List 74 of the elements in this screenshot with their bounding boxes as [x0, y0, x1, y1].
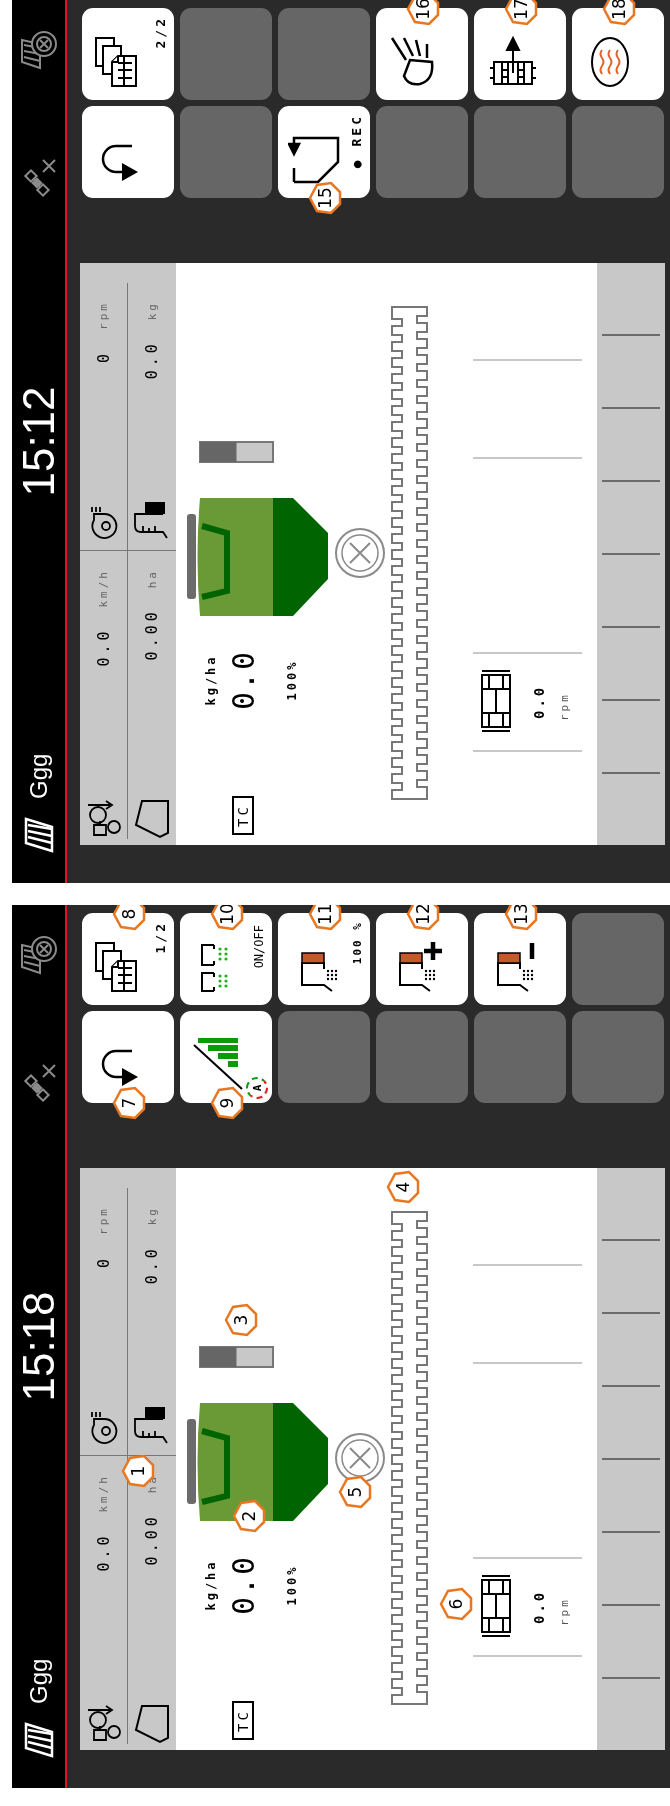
blank-key[interactable]	[376, 106, 468, 198]
blank-key[interactable]	[180, 8, 272, 100]
machine-status-icon	[19, 30, 58, 70]
roller-speed-value: 0.0	[531, 1589, 547, 1624]
blank-key[interactable]	[572, 106, 664, 198]
callout-number: 3	[224, 1303, 258, 1337]
machine-status-icon	[19, 935, 58, 975]
roller-speed-value: 0.0	[531, 684, 547, 719]
readout-value: 0.0	[94, 1532, 113, 1572]
callout-number: 5	[338, 1475, 372, 1509]
roller-icon	[481, 670, 511, 732]
tank-icon	[133, 1405, 171, 1445]
blank-key[interactable]	[572, 913, 664, 1005]
machine-name: Ggg	[24, 1658, 53, 1704]
implement-icon[interactable]	[23, 1722, 54, 1758]
mode-label: TC	[232, 796, 254, 835]
readout-unit: km/h	[97, 569, 110, 608]
callout-number: 4	[386, 1170, 420, 1204]
clock-time: 15:12	[13, 386, 64, 497]
blank-key[interactable]	[572, 1011, 664, 1103]
roller-speed-unit: rpm	[558, 692, 571, 721]
readout-unit: ha	[145, 569, 159, 589]
blank-key[interactable]	[474, 1011, 566, 1103]
callout-number: 17	[504, 0, 538, 26]
blank-key[interactable]	[474, 106, 566, 198]
blank-key[interactable]	[180, 106, 272, 198]
roller-speed-unit: rpm	[558, 1597, 571, 1626]
metering-wheel-icon	[335, 1433, 385, 1483]
callout-number: 6	[439, 1587, 473, 1621]
readout-unit: rpm	[97, 1206, 110, 1235]
readout-unit: kg	[145, 1206, 159, 1226]
field-icon	[134, 799, 170, 839]
callout-number: 12	[406, 905, 440, 931]
readout-value: 0	[94, 1254, 113, 1268]
machine-name: Ggg	[24, 753, 53, 799]
rate-value: 0.0	[226, 649, 261, 711]
readout-unit: km/h	[97, 1474, 110, 1513]
callout-number: 13	[504, 905, 538, 931]
clock-time: 15:18	[13, 1291, 64, 1402]
readout-value: 0.0	[94, 627, 113, 667]
rate-value: 0.0	[226, 1554, 261, 1616]
tractor-icon	[85, 1704, 122, 1744]
rate-percent: 100%	[285, 659, 299, 701]
readout-value: 0.0	[143, 340, 161, 380]
callout-number: 7	[112, 1086, 146, 1120]
page-switch-button[interactable]: 2/2	[82, 8, 174, 100]
implement-icon[interactable]	[23, 817, 54, 853]
rate-unit: kg/ha	[204, 1559, 218, 1611]
callout-number: 11	[308, 905, 342, 931]
metering-wheel-icon	[335, 528, 385, 578]
rate-percent: 100%	[285, 1564, 299, 1606]
tank-icon	[133, 500, 171, 540]
readout-value: 0.00	[143, 1513, 161, 1566]
blank-key[interactable]	[278, 8, 370, 100]
field-icon	[134, 1704, 170, 1744]
callout-number: 9	[210, 1086, 244, 1120]
callout-number: 8	[112, 905, 146, 931]
callout-number: 10	[210, 905, 244, 931]
readout-value: 0	[94, 349, 113, 363]
readout-unit: rpm	[97, 301, 110, 330]
blank-key[interactable]	[376, 1011, 468, 1103]
mode-label: TC	[232, 1701, 254, 1740]
callout-number: 16	[406, 0, 440, 26]
readout-unit: kg	[145, 301, 159, 321]
callout-number: 18	[602, 0, 636, 26]
tractor-icon	[85, 799, 122, 839]
readout-value: 0.0	[143, 1245, 161, 1285]
rate-unit: kg/ha	[204, 654, 218, 706]
callout-number: 2	[232, 1499, 266, 1533]
roller-icon	[481, 1575, 511, 1637]
readout-value: 0.00	[143, 608, 161, 661]
callout-number: 15	[308, 181, 342, 215]
back-button[interactable]	[82, 106, 174, 198]
blank-key[interactable]	[278, 1011, 370, 1103]
